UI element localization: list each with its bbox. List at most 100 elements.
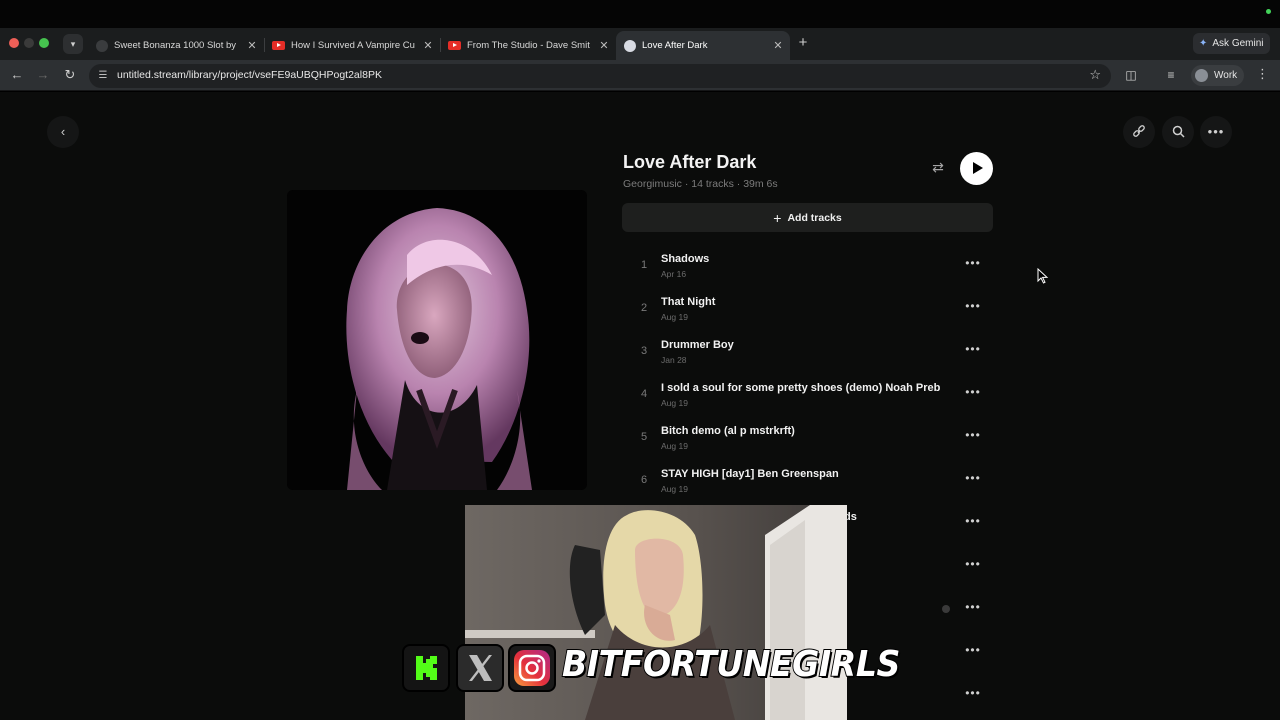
track-more-icon[interactable]: ••• (964, 557, 982, 571)
tab-title: Sweet Bonanza 1000 Slot by (114, 40, 237, 51)
track-number: 1 (640, 259, 648, 271)
site-settings-icon[interactable]: ☰ (96, 69, 110, 83)
track-more-icon[interactable]: ••• (964, 471, 982, 485)
reload-icon[interactable]: ↻ (61, 66, 79, 84)
profile-button[interactable]: Work (1191, 65, 1245, 86)
youtube-icon (448, 41, 461, 50)
tab-3[interactable]: From The Studio - Dave Smit ✕ (440, 31, 616, 60)
close-icon[interactable]: ✕ (772, 39, 784, 52)
track-row[interactable]: 1 Shadows Apr 16 ••• (622, 244, 993, 287)
track-row[interactable]: 3 Drummer Boy Jan 28 ••• (622, 330, 993, 373)
track-date: Aug 19 (661, 441, 688, 451)
address-bar[interactable]: ☰ untitled.stream/library/project/vseFE9… (89, 64, 1111, 88)
tab-strip: ▾ Sweet Bonanza 1000 Slot by ✕ How I Sur… (0, 28, 1280, 60)
track-number: 4 (640, 388, 648, 400)
track-title[interactable]: ds (844, 511, 1124, 523)
track-title[interactable]: Drummer Boy (661, 339, 941, 351)
track-date: Aug 19 (661, 312, 688, 322)
track-title[interactable]: That Night (661, 296, 941, 308)
kick-icon (402, 644, 450, 692)
maximize-window-button[interactable] (39, 38, 49, 48)
track-number: 2 (640, 302, 648, 314)
more-options-icon[interactable]: ••• (1200, 116, 1232, 148)
track-more-icon[interactable]: ••• (964, 643, 982, 657)
tab-1[interactable]: Sweet Bonanza 1000 Slot by ✕ (88, 31, 264, 60)
page-icon (624, 39, 636, 52)
track-number: 5 (640, 431, 648, 443)
kick-logo (416, 656, 437, 680)
browser-menu-icon[interactable]: ⋮ (1256, 66, 1269, 82)
tab-2[interactable]: How I Survived A Vampire Cu ✕ (264, 31, 440, 60)
track-row[interactable]: 6 STAY HIGH [day1] Ben Greenspan Aug 19 … (622, 459, 993, 502)
track-row[interactable]: 2 That Night Aug 19 ••• (622, 287, 993, 330)
link-icon (1133, 125, 1145, 137)
track-more-icon[interactable]: ••• (964, 385, 982, 399)
x-icon (456, 644, 504, 692)
track-more-icon[interactable]: ••• (964, 686, 982, 700)
close-icon[interactable]: ✕ (422, 39, 434, 52)
track-date: Apr 16 (661, 269, 687, 279)
mouse-cursor-icon (1037, 268, 1049, 284)
top-bar (0, 0, 1280, 28)
share-link-icon[interactable] (1123, 116, 1155, 148)
instagram-icon (508, 644, 556, 692)
cover-artwork (287, 190, 587, 490)
track-more-icon[interactable]: ••• (964, 428, 982, 442)
back-button[interactable]: ‹ (47, 116, 79, 148)
close-icon[interactable]: ✕ (246, 39, 258, 52)
project-meta: Georgimusic · 14 tracks · 39m 6s (623, 178, 778, 190)
gemini-label: Ask Gemini (1212, 38, 1264, 49)
track-number: 6 (640, 474, 648, 486)
tab-title: Love After Dark (642, 40, 708, 51)
tab-title: How I Survived A Vampire Cu (291, 40, 415, 51)
track-date: Jan 28 (661, 355, 687, 365)
brand-handle-text: BITFORTUNEGIRLS (561, 643, 901, 686)
track-title[interactable]: Shadows (661, 253, 941, 265)
track-row[interactable]: 4 I sold a soul for some pretty shoes (d… (622, 373, 993, 416)
playing-indicator (942, 605, 950, 613)
avatar (1195, 69, 1208, 82)
search-icon[interactable] (1162, 116, 1194, 148)
bookmark-star-icon[interactable]: ☆ (1089, 67, 1101, 83)
add-tracks-button[interactable]: + Add tracks (622, 203, 993, 232)
reading-list-icon[interactable]: ≡ (1163, 67, 1179, 83)
project-cover-image (287, 190, 587, 490)
url-text[interactable]: untitled.stream/library/project/vseFE9aU… (117, 69, 382, 81)
track-row[interactable]: 5 Bitch demo (al p mstrkrft) Aug 19 ••• (622, 416, 993, 459)
youtube-icon (272, 41, 285, 50)
track-more-icon[interactable]: ••• (964, 600, 982, 614)
back-icon[interactable]: ← (8, 66, 26, 84)
track-more-icon[interactable]: ••• (964, 342, 982, 356)
magnifier-icon (1172, 125, 1185, 138)
profile-label: Work (1214, 70, 1238, 81)
generic-icon (96, 39, 108, 52)
extensions-icon[interactable]: ◫ (1123, 67, 1139, 83)
play-button[interactable] (960, 152, 993, 185)
screen: ▾ Sweet Bonanza 1000 Slot by ✕ How I Sur… (0, 0, 1280, 720)
tab-search-icon[interactable]: ▾ (63, 34, 83, 54)
add-tracks-label: Add tracks (787, 211, 842, 224)
track-date: Aug 19 (661, 484, 688, 494)
tab-title: From The Studio - Dave Smit (467, 40, 590, 51)
brand-overlay: BITFORTUNEGIRLS (402, 640, 901, 694)
instagram-logo (514, 650, 550, 686)
project-title: Love After Dark (623, 152, 757, 172)
track-date: Aug 19 (661, 398, 688, 408)
ask-gemini-button[interactable]: ✦ Ask Gemini (1193, 33, 1270, 54)
gemini-icon: ✦ (1199, 38, 1208, 49)
close-window-button[interactable] (9, 38, 19, 48)
forward-icon[interactable]: → (34, 66, 52, 84)
track-title[interactable]: Bitch demo (al p mstrkrft) (661, 425, 941, 437)
shuffle-icon[interactable]: ⇄ (928, 159, 948, 177)
minimize-window-button[interactable] (24, 38, 34, 48)
track-more-icon[interactable]: ••• (964, 514, 982, 528)
new-tab-button[interactable]: + (796, 35, 810, 51)
track-title[interactable]: I sold a soul for some pretty shoes (dem… (661, 382, 941, 394)
x-logo (469, 655, 492, 681)
close-icon[interactable]: ✕ (598, 39, 610, 52)
track-more-icon[interactable]: ••• (964, 299, 982, 313)
track-more-icon[interactable]: ••• (964, 256, 982, 270)
tab-4-active[interactable]: Love After Dark ✕ (616, 31, 790, 60)
plus-icon: + (773, 209, 782, 226)
track-title[interactable]: STAY HIGH [day1] Ben Greenspan (661, 468, 941, 480)
